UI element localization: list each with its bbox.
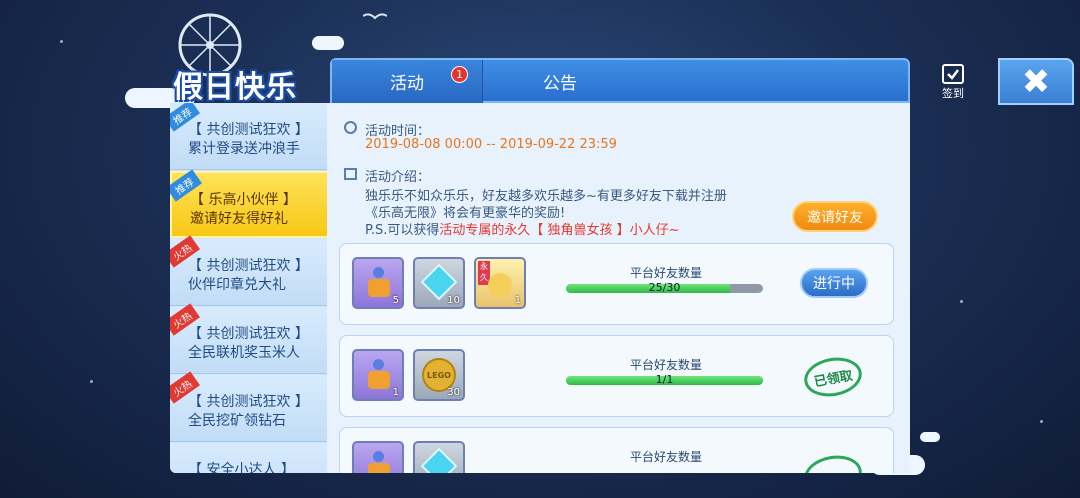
sidebar-item-corn[interactable]: 火热 【 共创测试狂欢 】 全民联机奖玉米人 xyxy=(170,303,327,374)
sidebar-item-title: 【 共创测试狂欢 】 xyxy=(188,258,309,274)
sidebar-item-title: 【 共创测试狂欢 】 xyxy=(188,326,309,342)
star xyxy=(90,380,93,383)
unicorn-girl-minifig-icon xyxy=(488,273,512,297)
item-count: 5 xyxy=(392,295,399,306)
reward-card: 平台好友数量 xyxy=(339,427,894,473)
progress-title: 平台好友数量 xyxy=(629,450,702,464)
stamp-icon xyxy=(368,359,390,389)
claimed-stamp: 已领取 xyxy=(801,353,865,401)
sidebar-item-mining[interactable]: 火热 【 共创测试狂欢 】 全民挖矿领钻石 xyxy=(170,371,327,442)
reward-item[interactable] xyxy=(352,441,404,473)
activity-sidebar: 推荐 【 共创测试狂欢 】 累计登录送冲浪手 推荐 【 乐高小伙伴 】 邀请好友… xyxy=(170,103,327,473)
activity-panel: 活动 1 公告 签到 ✖ 推荐 【 共创测试狂欢 】 累计登录送冲浪手 推荐 【… xyxy=(170,58,1074,473)
in-progress-button[interactable]: 进行中 xyxy=(800,268,868,298)
time-value: 2019-08-08 00:00 -- 2019-09-22 23:59 xyxy=(365,137,617,152)
claimed-stamp xyxy=(801,451,865,473)
invite-friends-button[interactable]: 邀请好友 xyxy=(792,201,878,232)
checkin-label: 签到 xyxy=(942,87,964,100)
star xyxy=(960,300,963,303)
reward-card: 5 10 永久 1 平台好友数量 25/30 进行中 xyxy=(339,243,894,325)
sidebar-item-title: 【 共创测试狂欢 】 xyxy=(188,394,309,410)
tab-bar: 活动 1 公告 签到 ✖ xyxy=(330,58,1074,105)
reward-card: 1 LEGO 30 平台好友数量 1/1 已领取 xyxy=(339,335,894,417)
close-button[interactable]: ✖ xyxy=(998,58,1074,105)
item-count: 1 xyxy=(392,387,399,398)
reward-item[interactable]: 10 xyxy=(413,257,465,309)
tab-announcement-label: 公告 xyxy=(543,74,577,94)
star xyxy=(1040,420,1043,423)
close-icon: ✖ xyxy=(1021,61,1051,102)
reward-item[interactable]: LEGO 30 xyxy=(413,349,465,401)
tab-activity-label: 活动 xyxy=(390,74,424,94)
stamp-icon xyxy=(368,451,390,473)
star xyxy=(60,40,63,43)
sidebar-item-surf[interactable]: 推荐 【 共创测试狂欢 】 累计登录送冲浪手 xyxy=(170,103,327,170)
sidebar-item-subtitle: 累计登录送冲浪手 xyxy=(188,141,300,157)
calendar-check-icon xyxy=(942,64,964,84)
sidebar-item-subtitle: 全民挖矿领钻石 xyxy=(188,413,286,429)
intro-highlight: 活动专属的永久 xyxy=(439,223,531,238)
notification-badge: 1 xyxy=(451,66,468,83)
sidebar-item-stamp[interactable]: 火热 【 共创测试狂欢 】 伙伴印章兑大礼 xyxy=(170,235,327,306)
intro-ps: P.S.可以获得 xyxy=(365,223,440,238)
sidebar-item-subtitle: 伙伴印章兑大礼 xyxy=(188,277,286,293)
progress-title: 平台好友数量 xyxy=(629,358,702,372)
reward-item[interactable]: 5 xyxy=(352,257,404,309)
progress-text: 1/1 xyxy=(655,373,674,386)
item-count: 30 xyxy=(447,387,460,398)
sidebar-item-subtitle: 全民联机奖玉米人 xyxy=(188,345,300,361)
sidebar-item-title: 【 共创测试狂欢 】 xyxy=(188,122,309,138)
progress-text: 25/30 xyxy=(648,281,681,294)
reward-item[interactable] xyxy=(413,441,465,473)
cloud-decoration xyxy=(920,432,940,442)
sidebar-item-title: 【 乐高小伙伴 】 xyxy=(190,192,297,208)
progress-title: 平台好友数量 xyxy=(629,266,702,280)
tab-activity[interactable]: 活动 1 xyxy=(332,60,482,103)
gift-icon xyxy=(344,168,357,180)
reward-item[interactable]: 1 xyxy=(352,349,404,401)
sidebar-item-invite[interactable]: 推荐 【 乐高小伙伴 】 邀请好友得好礼 xyxy=(170,169,327,238)
seagull-icon xyxy=(363,13,387,20)
sidebar-item-title: 【 安全小达人 】 xyxy=(188,462,295,473)
checkin-button[interactable]: 签到 xyxy=(932,64,974,104)
stamp-icon xyxy=(368,267,390,297)
intro-highlight: 【 独角兽女孩 】 xyxy=(530,223,630,238)
reward-item[interactable]: 永久 1 xyxy=(474,257,526,309)
diamond-icon xyxy=(420,447,458,473)
intro-highlight: 小人仔~ xyxy=(629,223,680,238)
activity-content: 活动时间： 2019-08-08 00:00 -- 2019-09-22 23:… xyxy=(327,103,910,473)
intro-text: P.S.可以获得活动专属的永久【 独角兽女孩 】小人仔~ xyxy=(365,219,680,238)
intro-label: 活动介绍： xyxy=(365,170,431,185)
sidebar-item-safety[interactable]: 【 安全小达人 】 xyxy=(170,443,327,473)
clock-icon xyxy=(344,121,357,134)
item-count: 1 xyxy=(514,295,521,306)
tab-announcement[interactable]: 公告 xyxy=(482,60,637,103)
item-count: 10 xyxy=(447,295,460,306)
sidebar-item-subtitle: 邀请好友得好礼 xyxy=(190,211,288,227)
